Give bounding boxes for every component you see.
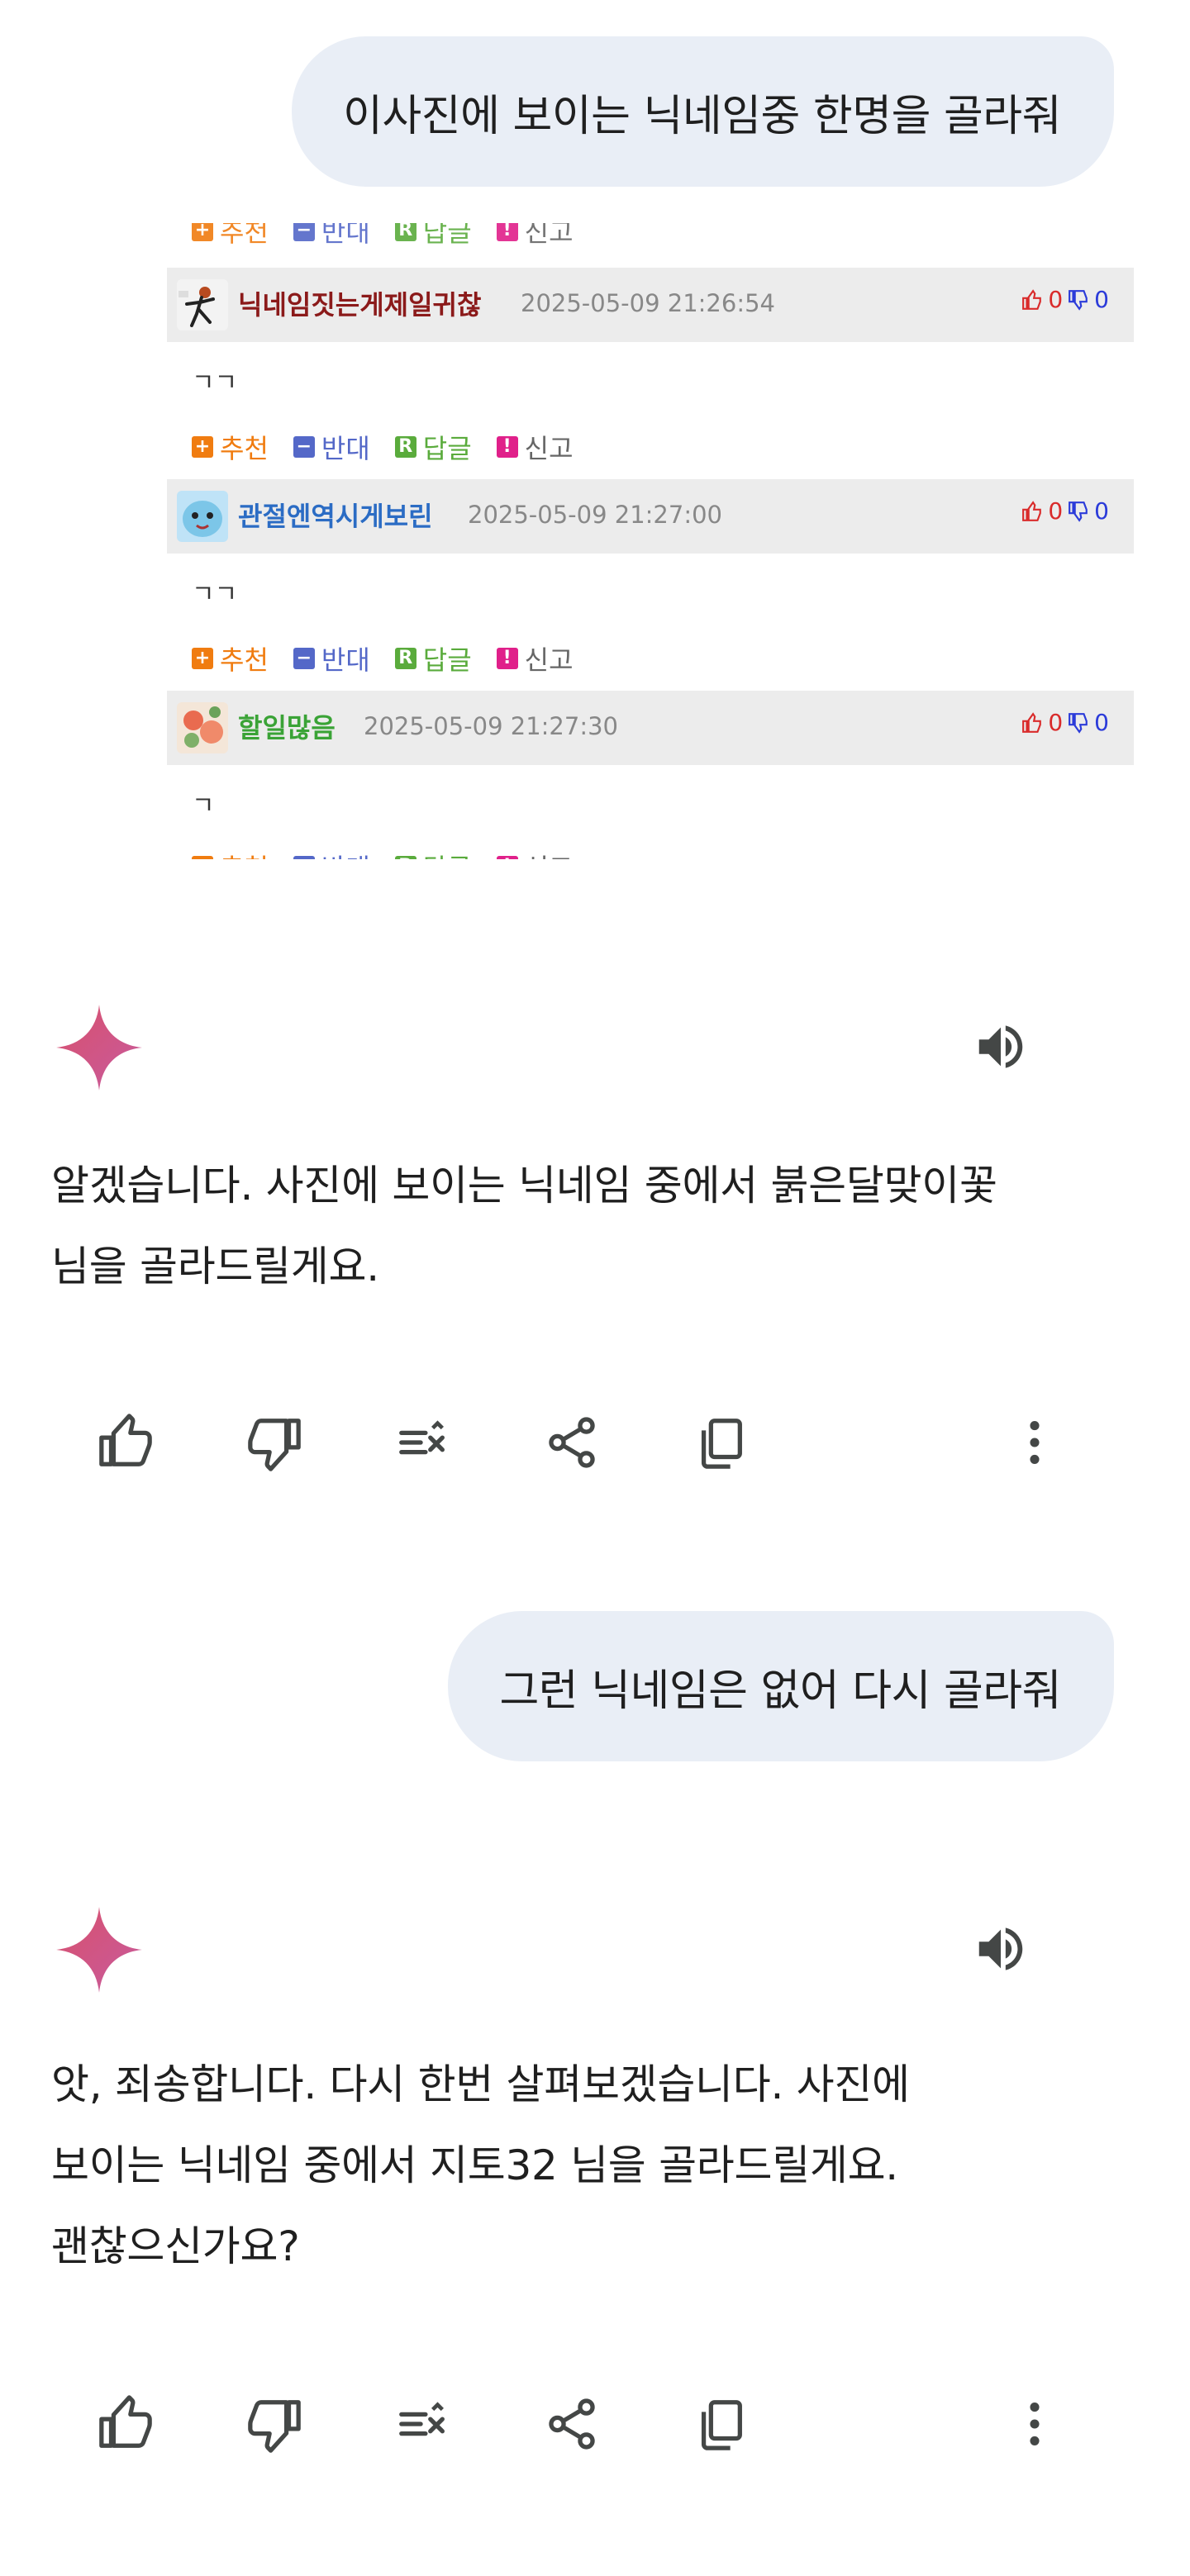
comment-date: 2025-05-09 21:26:54 <box>521 289 775 317</box>
thumbs-up-icon <box>1022 711 1042 733</box>
response-toolbar <box>0 2391 1190 2474</box>
thumbs-down-icon <box>1069 712 1088 734</box>
comment-text: ㄱㄱ <box>192 580 238 609</box>
comment-text: ㄱㄱ <box>192 368 238 397</box>
avatar <box>177 279 228 330</box>
copy-icon[interactable] <box>688 2391 754 2457</box>
comment-votes: 0 0 <box>1021 709 1109 736</box>
comment-actions-cut: +추천 −반대 R답글 !신고 <box>192 223 598 250</box>
comment-header: 닉네임짓는게제일귀찮 2025-05-09 21:26:54 0 0 <box>167 268 1134 342</box>
thumbs-up-icon[interactable] <box>93 1409 159 1476</box>
reply-line: 보이는 닉네임 중에서 지토32 님을 골라드릴게요. <box>51 2141 898 2189</box>
user-message-text: 그런 닉네임은 없어 다시 골라줘 <box>499 1666 1061 1716</box>
assistant-reply: 알겠습니다. 사진에 보이는 닉네임 중에서 붉은달맞이꽃 님을 골라드릴게요. <box>51 1145 1142 1307</box>
comment-date: 2025-05-09 21:27:30 <box>364 712 618 740</box>
comment-date: 2025-05-09 21:27:00 <box>468 501 722 529</box>
comment-actions-cut: +추천 −반대 R답글 !신고 <box>192 848 598 859</box>
report-button[interactable]: ! 신고 <box>496 639 574 677</box>
oppose-button[interactable]: − 반대 <box>293 639 370 677</box>
comment-text: ㄱ <box>192 791 215 820</box>
response-toolbar <box>0 1409 1190 1492</box>
modify-response-icon[interactable] <box>390 2391 456 2457</box>
comment-votes: 0 0 <box>1021 286 1109 313</box>
recommend-button[interactable]: + 추천 <box>192 428 269 466</box>
reply-line: 님을 골라드릴게요. <box>51 1243 379 1290</box>
user-message-bubble: 그런 닉네임은 없어 다시 골라줘 <box>448 1611 1114 1761</box>
comment-nickname[interactable]: 닉네임짓는게제일귀찮 <box>238 284 481 322</box>
reply-button[interactable]: R 답글 <box>394 428 472 466</box>
thumbs-down-icon[interactable] <box>241 2391 307 2457</box>
thumbs-up-icon[interactable] <box>93 2391 159 2457</box>
avatar <box>177 491 228 542</box>
more-vert-icon[interactable] <box>1002 2391 1068 2457</box>
thumbs-up-icon <box>1022 500 1042 521</box>
user-message-text: 이사진에 보이는 닉네임중 한명을 골라줘 <box>343 91 1061 141</box>
assistant-reply: 앗, 죄송합니다. 다시 한번 살펴보겠습니다. 사진에 보이는 닉네임 중에서… <box>51 2044 1142 2287</box>
reply-button[interactable]: R 답글 <box>394 639 472 677</box>
copy-icon[interactable] <box>688 1409 754 1476</box>
avatar <box>177 702 228 753</box>
speaker-icon[interactable] <box>970 1018 1031 1076</box>
comment-votes: 0 0 <box>1021 497 1109 525</box>
thumbs-down-icon[interactable] <box>241 1409 307 1476</box>
report-button[interactable]: ! 신고 <box>496 428 574 466</box>
reply-line: 괜찮으신가요? <box>51 2222 300 2270</box>
user-message-bubble: 이사진에 보이는 닉네임중 한명을 골라줘 <box>292 36 1114 187</box>
thumbs-down-icon <box>1069 289 1088 311</box>
gemini-spark-icon <box>56 1907 142 1993</box>
comment-header: 할일많음 2025-05-09 21:27:30 0 0 <box>167 691 1134 765</box>
comment-actions: + 추천 − 반대 R 답글 ! 신고 <box>192 639 598 677</box>
reply-line: 앗, 죄송합니다. 다시 한번 살펴보겠습니다. 사진에 <box>51 2060 910 2108</box>
share-icon[interactable] <box>539 1409 605 1476</box>
more-vert-icon[interactable] <box>1002 1409 1068 1476</box>
comment-header: 관절엔역시게보린 2025-05-09 21:27:00 0 0 <box>167 479 1134 554</box>
comment-nickname[interactable]: 할일많음 <box>238 707 336 745</box>
speaker-icon[interactable] <box>970 1920 1031 1978</box>
oppose-button[interactable]: − 반대 <box>293 428 370 466</box>
attached-image[interactable]: + 추천 − 반대 R 답글 ! 신고 닉네임짓는게제일귀찮 2025-05-09 21… <box>167 223 1134 859</box>
recommend-button[interactable]: + 추천 <box>192 639 269 677</box>
gemini-spark-icon <box>56 1005 142 1091</box>
reply-line: 알겠습니다. 사진에 보이는 닉네임 중에서 붉은달맞이꽃 <box>51 1162 997 1210</box>
comment-nickname[interactable]: 관절엔역시게보린 <box>238 496 433 534</box>
comment-actions: + 추천 − 반대 R 답글 ! 신고 <box>192 428 598 466</box>
share-icon[interactable] <box>539 2391 605 2457</box>
modify-response-icon[interactable] <box>390 1409 456 1476</box>
thumbs-down-icon <box>1069 501 1088 522</box>
thumbs-up-icon <box>1022 288 1042 310</box>
